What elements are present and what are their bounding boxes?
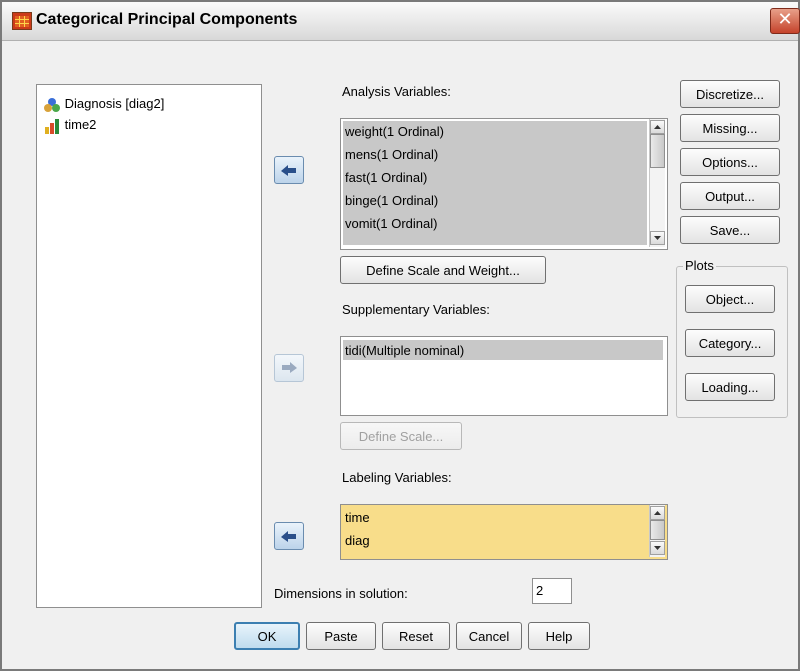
supplementary-variables-list[interactable]: tidi(Multiple nominal) (340, 336, 668, 416)
list-item[interactable]: weight(1 Ordinal) (345, 124, 444, 139)
close-icon: ✕ (777, 9, 793, 30)
supplementary-variables-label: Supplementary Variables: (342, 302, 490, 317)
loading-plot-button[interactable]: Loading... (685, 373, 775, 401)
scroll-thumb[interactable] (650, 520, 665, 540)
scroll-up-arrow[interactable] (650, 120, 665, 134)
analysis-variables-label: Analysis Variables: (342, 84, 451, 99)
object-plot-button[interactable]: Object... (685, 285, 775, 313)
options-button[interactable]: Options... (680, 148, 780, 176)
down-triangle-icon (654, 546, 661, 550)
output-button[interactable]: Output... (680, 182, 780, 210)
ok-button[interactable]: OK (234, 622, 300, 650)
left-arrow-icon (281, 165, 296, 176)
right-arrow-icon (282, 362, 297, 373)
dialog-window: Categorical Principal Components ✕ Diagn… (0, 0, 800, 671)
paste-button[interactable]: Paste (306, 622, 376, 650)
define-scale-weight-button[interactable]: Define Scale and Weight... (340, 256, 546, 284)
list-item[interactable]: diag (345, 533, 370, 548)
analysis-scrollbar[interactable] (649, 119, 665, 247)
list-item[interactable]: vomit(1 Ordinal) (345, 216, 437, 231)
scale-variable-icon (45, 118, 59, 134)
nominal-variable-icon (44, 97, 60, 112)
source-variable-list[interactable]: Diagnosis [diag2] time2 (36, 84, 262, 608)
reset-button[interactable]: Reset (382, 622, 450, 650)
category-plot-button[interactable]: Category... (685, 329, 775, 357)
scroll-down-arrow[interactable] (650, 541, 665, 555)
move-to-analysis-button[interactable] (274, 156, 304, 184)
dimensions-label: Dimensions in solution: (274, 586, 408, 601)
list-item[interactable]: time (345, 510, 370, 525)
list-item[interactable]: Diagnosis [diag2] (43, 96, 164, 113)
analysis-variables-list[interactable]: weight(1 Ordinal) mens(1 Ordinal) fast(1… (340, 118, 668, 250)
down-triangle-icon (654, 236, 661, 240)
variable-label: time2 (64, 117, 97, 132)
close-button[interactable]: ✕ (770, 8, 800, 34)
missing-button[interactable]: Missing... (680, 114, 780, 142)
plots-group-label: Plots (683, 258, 716, 273)
move-to-labeling-button[interactable] (274, 522, 304, 550)
scroll-up-arrow[interactable] (650, 506, 665, 520)
variable-label: Diagnosis [diag2] (64, 96, 165, 111)
define-scale-button[interactable]: Define Scale... (340, 422, 462, 450)
list-item[interactable]: binge(1 Ordinal) (345, 193, 438, 208)
help-button[interactable]: Help (528, 622, 590, 650)
spss-dialog-icon (12, 12, 32, 30)
scroll-thumb[interactable] (650, 134, 665, 168)
plots-group: Plots Object... Category... Loading... (676, 258, 788, 418)
left-arrow-icon (281, 531, 296, 542)
save-button[interactable]: Save... (680, 216, 780, 244)
move-to-supplementary-button[interactable] (274, 354, 304, 382)
scroll-down-arrow[interactable] (650, 231, 665, 245)
list-item[interactable]: time2 (43, 117, 96, 134)
list-item[interactable]: fast(1 Ordinal) (345, 170, 427, 185)
labeling-variables-list[interactable]: time diag (340, 504, 668, 560)
labeling-scrollbar[interactable] (649, 505, 665, 557)
up-triangle-icon (654, 511, 661, 515)
labeling-variables-label: Labeling Variables: (342, 470, 452, 485)
discretize-button[interactable]: Discretize... (680, 80, 780, 108)
dimensions-input[interactable]: 2 (532, 578, 572, 604)
title-bar[interactable]: Categorical Principal Components ✕ (2, 2, 800, 41)
up-triangle-icon (654, 125, 661, 129)
list-item[interactable]: mens(1 Ordinal) (345, 147, 438, 162)
cancel-button[interactable]: Cancel (456, 622, 522, 650)
window-title: Categorical Principal Components (36, 11, 298, 28)
list-item[interactable]: tidi(Multiple nominal) (345, 343, 464, 358)
